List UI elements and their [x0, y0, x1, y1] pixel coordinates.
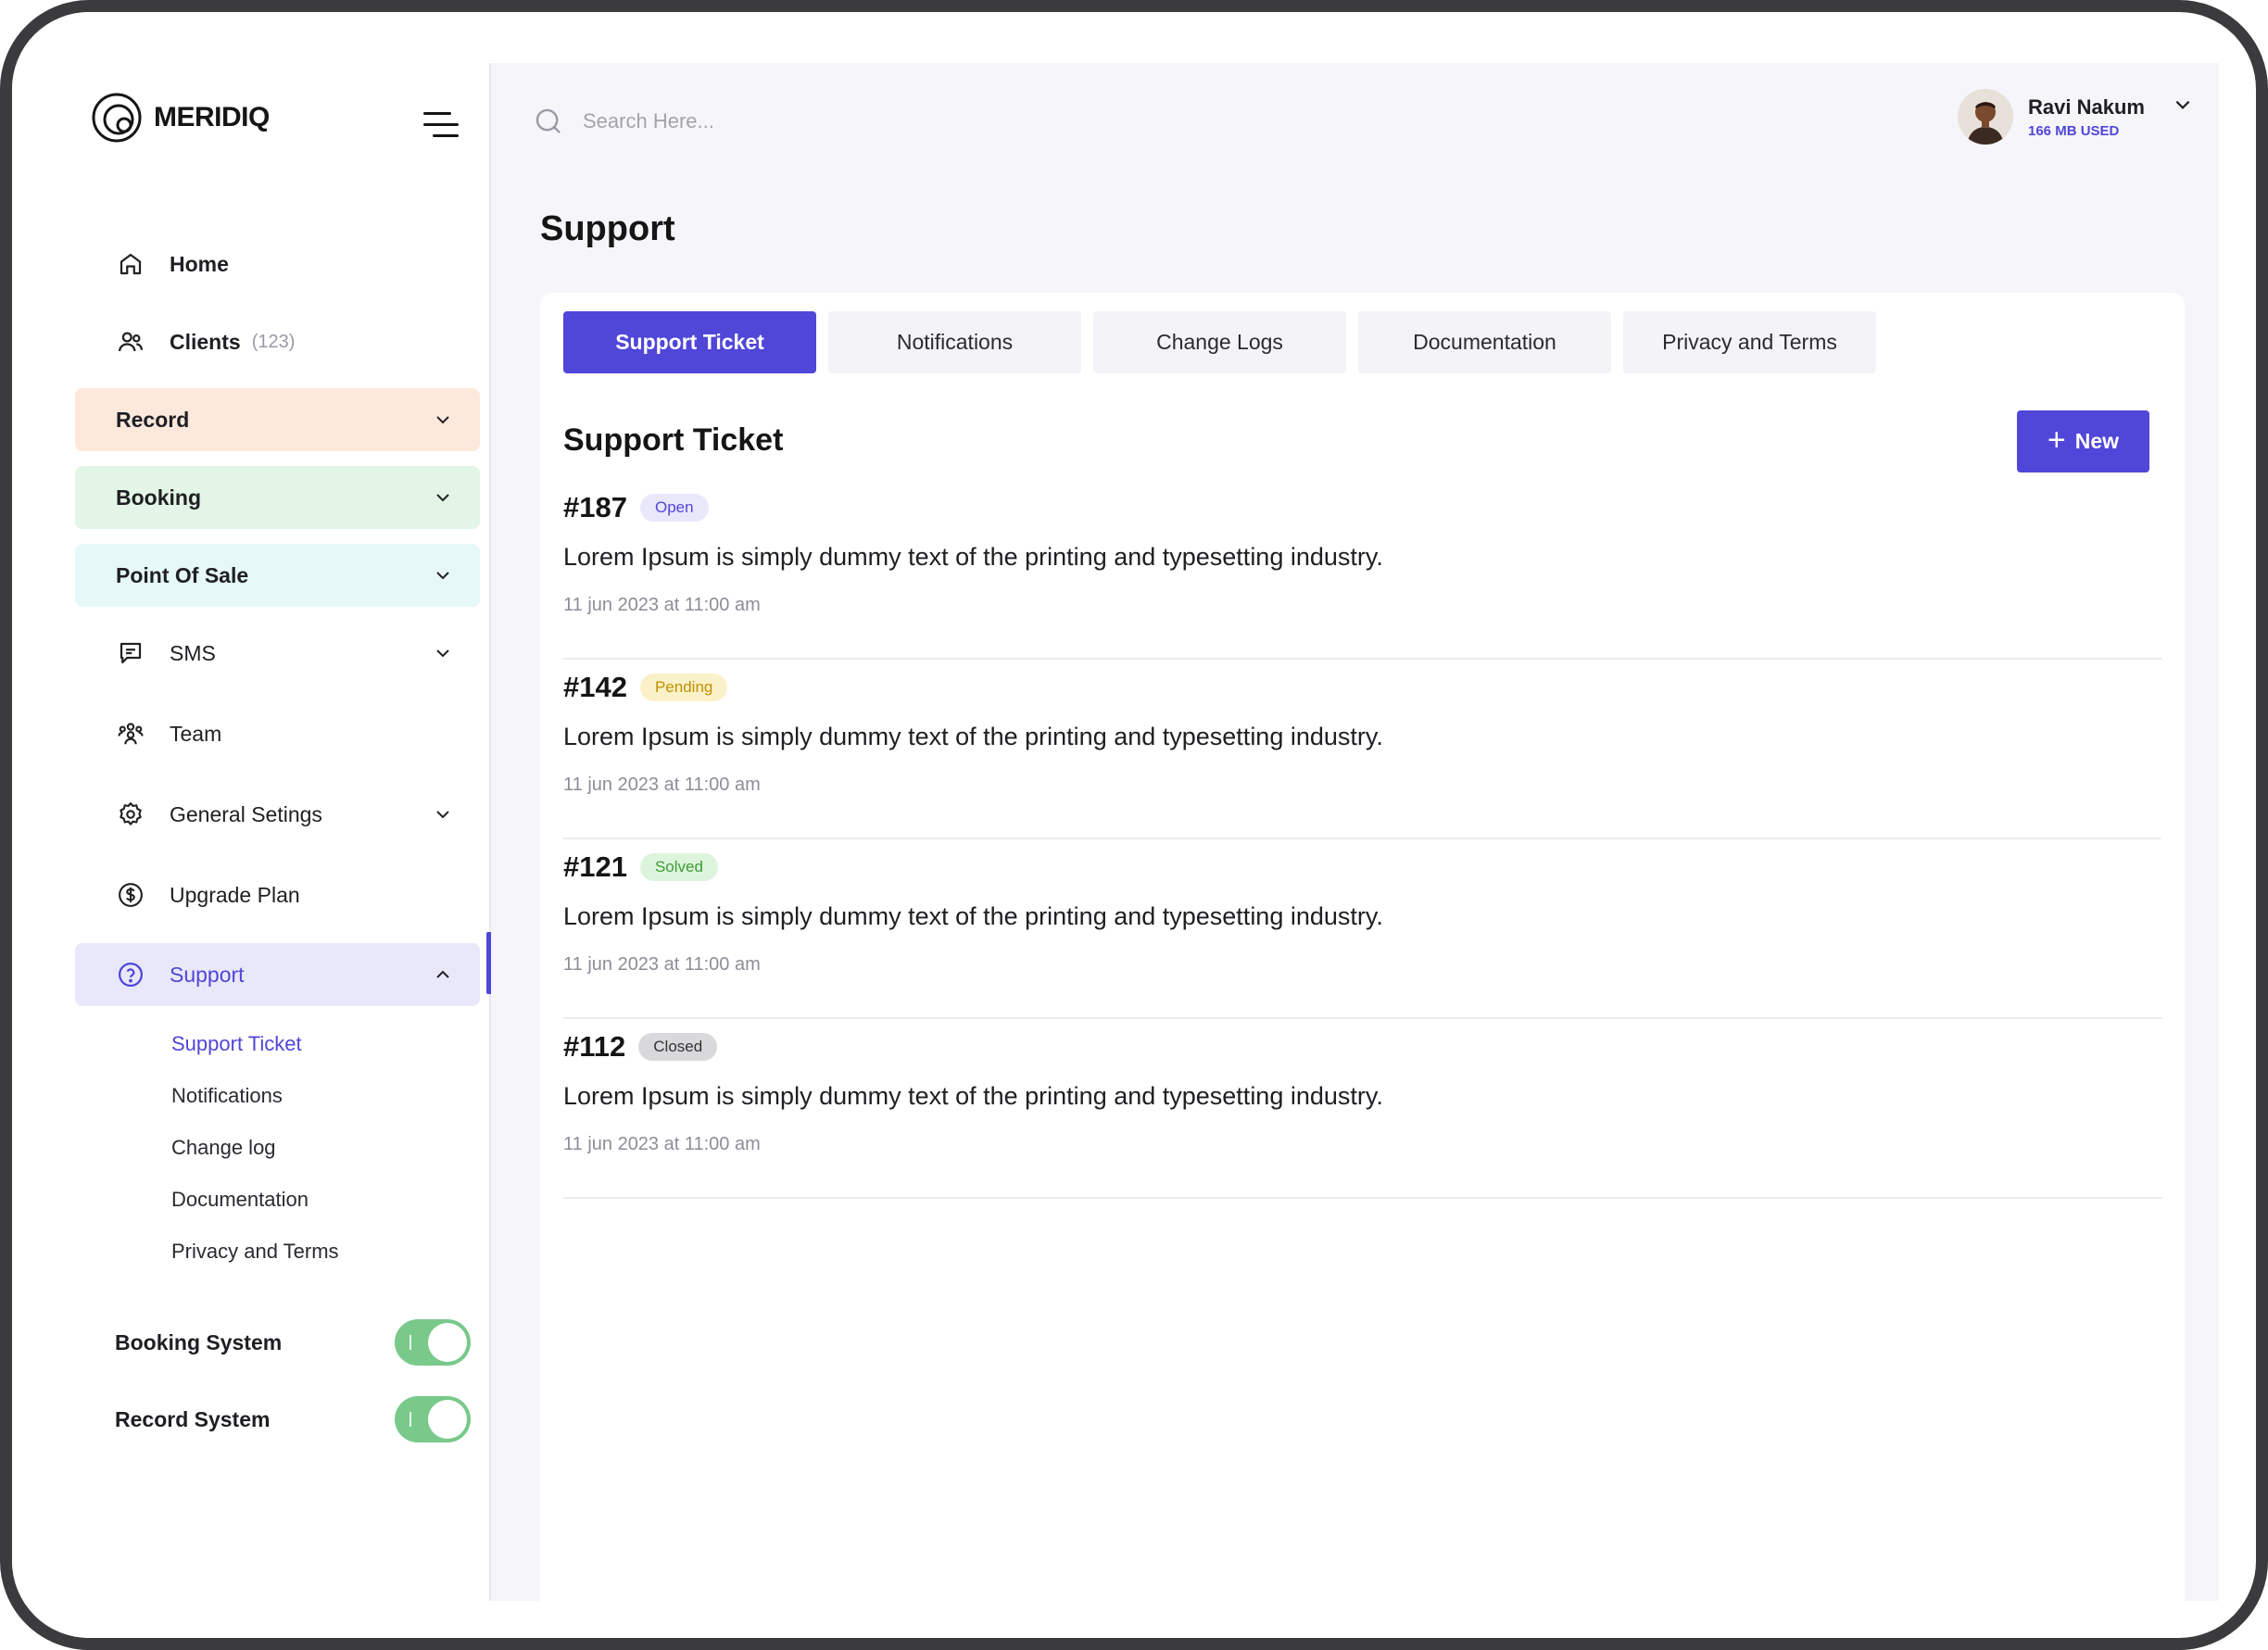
search-icon	[536, 108, 561, 133]
toggle-label: Record System	[115, 1406, 271, 1431]
sidebar-item-upgrade-plan[interactable]: Upgrade Plan	[75, 863, 480, 926]
status-badge: Pending	[639, 674, 728, 701]
sidebar-item-label: Record	[116, 407, 190, 432]
sidebar-item-support[interactable]: Support	[75, 943, 480, 1006]
ticket-date: 11 jun 2023 at 11:00 am	[563, 595, 761, 615]
ticket-row[interactable]: #187 Open Lorem Ipsum is simply dummy te…	[563, 478, 2161, 660]
tab-privacy-terms[interactable]: Privacy and Terms	[1623, 311, 1876, 373]
search-input[interactable]	[581, 108, 955, 134]
toggle-label: Booking System	[115, 1329, 283, 1354]
user-menu[interactable]: Ravi Nakum 166 MB USED	[1958, 89, 2193, 145]
status-badge: Solved	[639, 853, 718, 881]
sidebar-subitem-documentation[interactable]: Documentation	[171, 1188, 309, 1212]
logo-icon	[92, 93, 142, 143]
tab-documentation[interactable]: Documentation	[1358, 311, 1611, 373]
sidebar-item-label: Upgrade Plan	[170, 882, 300, 907]
sidebar: MERIDIQ Home Clients (123) Record Bookin…	[12, 12, 491, 1638]
sidebar-item-label: Point Of Sale	[116, 562, 249, 587]
sidebar-item-record[interactable]: Record	[75, 388, 480, 451]
chevron-up-icon	[436, 970, 449, 978]
ticket-date: 11 jun 2023 at 11:00 am	[563, 954, 761, 975]
booking-system-toggle[interactable]	[395, 1319, 471, 1366]
chevron-down-icon	[436, 494, 449, 502]
sidebar-subitem-notifications[interactable]: Notifications	[171, 1084, 283, 1108]
ticket-id: #142	[563, 671, 627, 703]
dollar-icon	[116, 880, 145, 910]
chevron-down-icon	[436, 416, 449, 424]
search-bar	[533, 106, 955, 137]
ticket-date: 11 jun 2023 at 11:00 am	[563, 1134, 761, 1154]
sidebar-item-general-settings[interactable]: General Setings	[75, 783, 480, 846]
device-frame: MERIDIQ Home Clients (123) Record Bookin…	[0, 0, 2268, 1650]
chevron-down-icon	[2175, 100, 2190, 109]
ticket-id: #121	[563, 850, 627, 883]
status-badge: Closed	[638, 1033, 718, 1061]
users-icon	[116, 327, 145, 357]
tab-notifications[interactable]: Notifications	[828, 311, 1081, 373]
tab-bar: Support Ticket Notifications Change Logs…	[563, 311, 1876, 373]
sidebar-item-label: Booking	[116, 485, 201, 510]
record-system-toggle[interactable]	[395, 1396, 471, 1442]
sidebar-subitem-support-ticket[interactable]: Support Ticket	[171, 1032, 302, 1056]
ticket-description: Lorem Ipsum is simply dummy text of the …	[563, 723, 1383, 750]
booking-system-row: Booking System	[115, 1317, 471, 1367]
record-system-row: Record System	[115, 1394, 471, 1444]
chevron-down-icon	[436, 572, 449, 580]
sidebar-item-sms[interactable]: SMS	[75, 622, 480, 685]
clients-count: (123)	[251, 331, 296, 352]
tab-change-logs[interactable]: Change Logs	[1093, 311, 1346, 373]
user-name: Ravi Nakum	[2028, 94, 2145, 119]
home-icon	[116, 249, 145, 279]
gear-icon	[116, 800, 145, 829]
chevron-down-icon	[436, 811, 449, 819]
sidebar-item-label: SMS	[170, 640, 216, 665]
sidebar-item-label: Support	[170, 962, 245, 987]
sidebar-item-label: Team	[170, 721, 222, 746]
ticket-description: Lorem Ipsum is simply dummy text of the …	[563, 543, 1383, 571]
brand-logo[interactable]: MERIDIQ	[91, 92, 270, 144]
menu-toggle-icon[interactable]	[422, 109, 460, 141]
ticket-date: 11 jun 2023 at 11:00 am	[563, 775, 761, 795]
ticket-id: #187	[563, 491, 627, 523]
sidebar-item-point-of-sale[interactable]: Point Of Sale	[75, 544, 480, 607]
sidebar-item-team[interactable]: Team	[75, 702, 480, 765]
main-content: Ravi Nakum 166 MB USED Support Support T…	[491, 63, 2219, 1601]
storage-used: 166 MB USED	[2028, 122, 2120, 139]
user-info: Ravi Nakum 166 MB USED	[2028, 95, 2145, 139]
sidebar-item-booking[interactable]: Booking	[75, 466, 480, 529]
ticket-row[interactable]: #121 Solved Lorem Ipsum is simply dummy …	[563, 838, 2161, 1019]
new-ticket-button[interactable]: + New	[2017, 410, 2149, 472]
avatar	[1958, 89, 2013, 145]
sidebar-item-label: General Setings	[170, 801, 322, 826]
sidebar-item-label: Clients	[170, 329, 241, 354]
ticket-row[interactable]: #142 Pending Lorem Ipsum is simply dummy…	[563, 658, 2161, 839]
new-button-label: New	[2074, 429, 2120, 453]
chevron-down-icon	[436, 649, 449, 658]
sidebar-subitem-change-log[interactable]: Change log	[171, 1136, 276, 1160]
team-icon	[116, 719, 145, 749]
section-title: Support Ticket	[563, 422, 784, 458]
sidebar-item-clients[interactable]: Clients (123)	[75, 310, 480, 373]
page-title: Support	[540, 209, 675, 248]
plus-icon: +	[2047, 422, 2066, 458]
brand-name: MERIDIQ	[154, 102, 270, 132]
status-badge: Open	[639, 494, 709, 522]
ticket-description: Lorem Ipsum is simply dummy text of the …	[563, 1082, 1383, 1110]
sidebar-subitem-privacy-terms[interactable]: Privacy and Terms	[171, 1240, 339, 1264]
tab-support-ticket[interactable]: Support Ticket	[563, 311, 816, 373]
sidebar-item-home[interactable]: Home	[75, 233, 480, 296]
support-card: Support Ticket Notifications Change Logs…	[540, 293, 2185, 1601]
ticket-row[interactable]: #112 Closed Lorem Ipsum is simply dummy …	[563, 1017, 2161, 1199]
ticket-description: Lorem Ipsum is simply dummy text of the …	[563, 902, 1383, 930]
message-icon	[116, 638, 145, 668]
sidebar-item-label: Home	[170, 251, 229, 276]
help-icon	[116, 960, 145, 989]
ticket-id: #112	[563, 1030, 626, 1063]
